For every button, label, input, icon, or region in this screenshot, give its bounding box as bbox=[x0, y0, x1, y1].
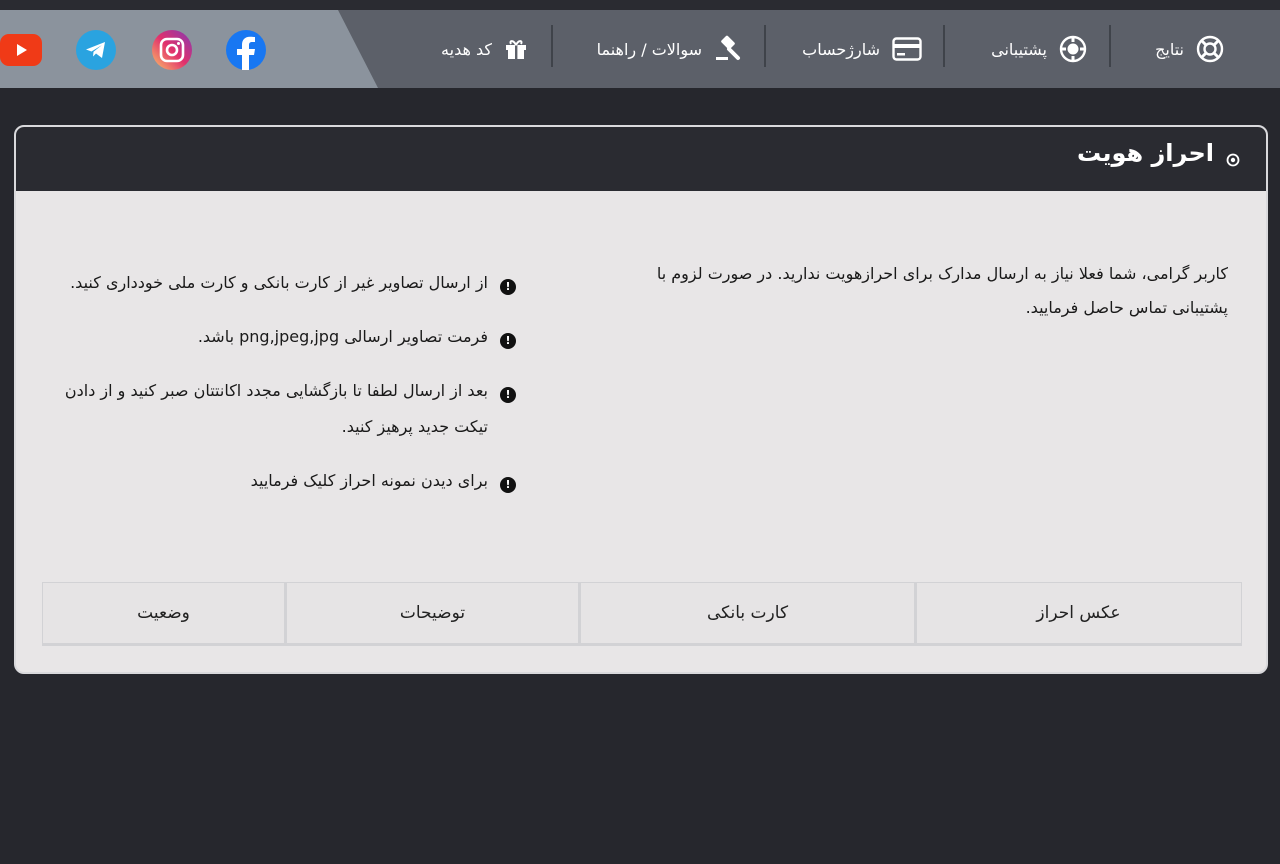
exclamation-icon: ! bbox=[500, 333, 516, 349]
telegram-icon[interactable] bbox=[76, 30, 116, 70]
gavel-icon bbox=[714, 35, 742, 63]
intro-message: کاربر گرامی، شما فعلا نیاز به ارسال مدار… bbox=[656, 264, 1228, 317]
note-text: بعد از ارسال لطفا تا بازگشایی مجدد اکانت… bbox=[64, 381, 488, 436]
documents-table-header: عکس احراز کارت بانکی توضیحات وضعیت bbox=[42, 582, 1242, 646]
nav-separator bbox=[764, 25, 766, 67]
nav-item-label: کد هدیه bbox=[441, 39, 492, 59]
exclamation-icon: ! bbox=[500, 279, 516, 295]
card-title: احراز هویت bbox=[1077, 139, 1214, 167]
nav-item-gift-code[interactable]: کد هدیه bbox=[441, 10, 528, 88]
note-text[interactable]: برای دیدن نمونه احراز کلیک فرمایید bbox=[251, 471, 488, 490]
nav-item-label: سوالات / راهنما bbox=[596, 39, 702, 59]
nav-item-label: نتایج bbox=[1155, 39, 1184, 59]
column-separator bbox=[578, 583, 581, 643]
sample-link-item[interactable]: ! برای دیدن نمونه احراز کلیک فرمایید bbox=[60, 463, 516, 499]
credit-card-icon bbox=[892, 37, 922, 61]
column-header-description: توضیحات bbox=[399, 603, 466, 623]
nav-item-support[interactable]: پشتیبانی bbox=[991, 10, 1087, 88]
nav-item-account-charge[interactable]: شارژحساب bbox=[802, 10, 922, 88]
column-separator bbox=[284, 583, 287, 643]
identity-verification-card: احراز هویت کاربر گرامی، شما فعلا نیاز به… bbox=[14, 125, 1268, 674]
lifebuoy-icon bbox=[1196, 35, 1224, 63]
top-strip bbox=[0, 0, 1280, 10]
column-separator bbox=[914, 583, 917, 643]
list-item: ! از ارسال تصاویر غیر از کارت بانکی و کا… bbox=[60, 265, 516, 301]
nav-item-label: شارژحساب bbox=[802, 39, 880, 59]
note-text: فرمت تصاویر ارسالی png,jpeg,jpg باشد. bbox=[197, 327, 488, 346]
nav-item-results[interactable]: نتایج bbox=[1155, 10, 1224, 88]
column-header-status: وضعیت bbox=[137, 603, 190, 623]
list-item: ! بعد از ارسال لطفا تا بازگشایی مجدد اکا… bbox=[60, 373, 516, 445]
column-header-photo: عکس احراز bbox=[1036, 603, 1121, 623]
exclamation-icon: ! bbox=[500, 387, 516, 403]
facebook-icon[interactable] bbox=[226, 30, 266, 70]
card-header: احراز هویت bbox=[16, 127, 1266, 191]
nav-separator bbox=[1109, 25, 1111, 67]
instagram-icon[interactable] bbox=[152, 30, 192, 70]
exclamation-icon: ! bbox=[500, 477, 516, 493]
target-icon bbox=[1226, 152, 1240, 171]
notes-list: ! از ارسال تصاویر غیر از کارت بانکی و کا… bbox=[60, 265, 516, 517]
nav-separator bbox=[943, 25, 945, 67]
nav-separator bbox=[551, 25, 553, 67]
note-text: از ارسال تصاویر غیر از کارت بانکی و کارت… bbox=[70, 273, 488, 292]
gift-icon bbox=[504, 37, 528, 61]
support-ball-icon bbox=[1059, 35, 1087, 63]
youtube-icon[interactable] bbox=[0, 34, 42, 66]
nav-item-faq-guide[interactable]: سوالات / راهنما bbox=[597, 10, 742, 88]
nav-item-label: پشتیبانی bbox=[991, 39, 1047, 59]
column-header-bank-card: کارت بانکی bbox=[706, 603, 789, 623]
list-item: ! فرمت تصاویر ارسالی png,jpeg,jpg باشد. bbox=[60, 319, 516, 355]
